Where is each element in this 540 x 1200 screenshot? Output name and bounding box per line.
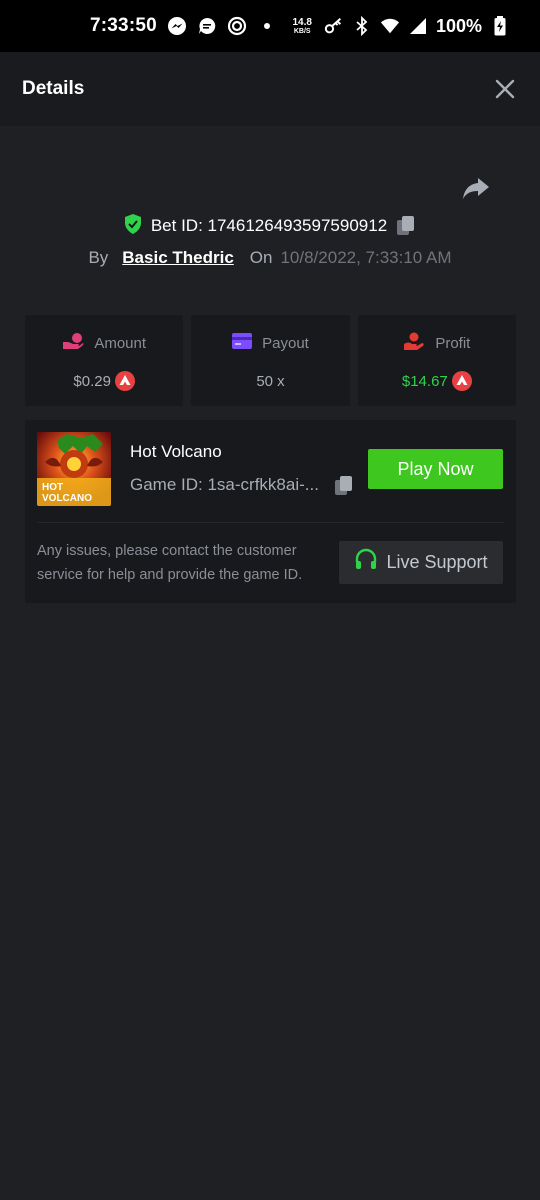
- stat-value: $14.67: [401, 372, 448, 390]
- status-bar: 7:33:50 14.8 KB/S 100%: [0, 0, 540, 52]
- bet-id-row: Bet ID: 1746126493597590912: [0, 212, 540, 240]
- net-speed: 14.8 KB/S: [292, 16, 312, 35]
- stat-title: Amount: [94, 334, 147, 352]
- shield-check-icon: [123, 213, 143, 240]
- bet-date: 10/8/2022, 7:33:10 AM: [280, 248, 452, 267]
- chat-icon: [197, 16, 217, 36]
- on-label: On: [249, 248, 273, 267]
- messenger-icon: [167, 16, 187, 36]
- stat-value: 50 x: [256, 372, 285, 390]
- net-speed-unit: KB/S: [293, 27, 311, 35]
- game-id: Game ID: 1sa-crfkk8ai-...: [130, 475, 319, 494]
- game-card: HOT VOLCANO Hot Volcano Game ID: 1sa-crf…: [25, 420, 516, 603]
- stat-amount: Amount $0.29: [25, 315, 184, 406]
- card-icon: [232, 332, 253, 354]
- username-link[interactable]: Basic Thedric: [122, 248, 234, 268]
- status-time: 7:33:50: [90, 15, 157, 36]
- battery-percent: 100%: [435, 15, 482, 36]
- stat-payout: Payout 50 x: [191, 315, 350, 406]
- by-label: By: [88, 248, 109, 267]
- game-name: Hot Volcano: [130, 442, 222, 461]
- net-speed-value: 14.8: [292, 16, 312, 28]
- status-right: 14.8 KB/S 100%: [292, 0, 510, 52]
- signal-icon: [408, 16, 428, 36]
- stats-row: Amount $0.29 Payout 50 x Profit $14.67: [25, 315, 516, 406]
- stat-title: Profit: [435, 334, 471, 352]
- thumb-title-line2: VOLCANO: [42, 493, 92, 504]
- dot-icon: [257, 16, 277, 36]
- thumb-title-line1: HOT: [42, 482, 63, 493]
- live-support-label: Live Support: [386, 552, 488, 572]
- avax-coin-icon: [451, 371, 472, 391]
- key-icon: [324, 16, 344, 36]
- play-now-button[interactable]: Play Now: [368, 449, 503, 489]
- support-hint: Any issues, please contact the customer …: [37, 543, 303, 583]
- avax-coin-icon: [114, 371, 135, 391]
- stat-title: Payout: [262, 334, 309, 352]
- live-support-button[interactable]: Live Support: [339, 541, 503, 584]
- stat-value: $0.29: [73, 372, 111, 390]
- copy-game-id-icon[interactable]: [333, 475, 355, 497]
- bluetooth-icon: [352, 16, 372, 36]
- divider: [37, 522, 504, 523]
- copy-bet-id-icon[interactable]: [395, 215, 417, 237]
- page-title: Details: [22, 78, 85, 99]
- profit-icon: [403, 332, 425, 355]
- wifi-icon: [380, 16, 400, 36]
- status-left: 7:33:50: [90, 0, 277, 52]
- stat-profit: Profit $14.67: [357, 315, 516, 406]
- share-icon[interactable]: [462, 176, 490, 202]
- close-icon[interactable]: [494, 78, 516, 100]
- headset-icon: [354, 548, 378, 577]
- bet-meta-row: By Basic Thedric On 10/8/2022, 7:33:10 A…: [0, 244, 540, 272]
- game-thumbnail[interactable]: HOT VOLCANO: [37, 432, 111, 506]
- amount-icon: [62, 332, 84, 355]
- battery-charging-icon: [490, 16, 510, 36]
- sync-icon: [227, 16, 247, 36]
- header: Details: [0, 52, 540, 126]
- bet-id: Bet ID: 1746126493597590912: [150, 216, 388, 235]
